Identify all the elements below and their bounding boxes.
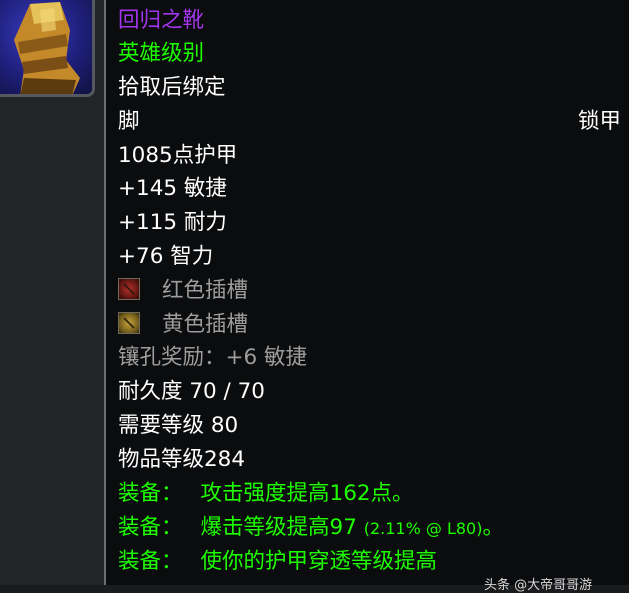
equip-extra: (2.11% @ L80) [363, 519, 483, 538]
item-name: 回归之靴 [118, 8, 205, 33]
equip-text: 攻击强度提高162点。 [200, 481, 414, 506]
watermark: 头条 @大帝哥哥游 [484, 578, 593, 593]
item-level: 物品等级284 [118, 447, 246, 472]
socket-yellow-label: 黄色插槽 [162, 312, 249, 337]
equip-text: 爆击等级提高97 [200, 515, 357, 540]
equip-prefix: 装备： [118, 515, 183, 540]
equip-prefix: 装备： [118, 549, 183, 574]
stat-intellect: +76 智力 [118, 244, 214, 269]
stat-stamina: +115 耐力 [118, 210, 227, 235]
equip-effect-ap: 装备： 攻击强度提高162点。 [118, 477, 621, 511]
stat-agility: +145 敏捷 [118, 176, 227, 201]
red-socket-icon [118, 278, 140, 300]
yellow-socket-icon [118, 312, 140, 334]
item-quality: 英雄级别 [118, 41, 205, 66]
required-level: 需要等级 80 [118, 413, 239, 438]
slot-row: 脚 锁甲 [118, 105, 621, 139]
boots-icon-art [14, 2, 80, 94]
slot-text: 脚 [118, 109, 140, 134]
socket-red-row: 红色插槽 [118, 274, 621, 308]
item-tooltip: 回归之靴 英雄级别 拾取后绑定 脚 锁甲 1085点护甲 +145 敏捷 +11… [104, 0, 629, 585]
durability: 耐久度 70 / 70 [118, 379, 265, 404]
socket-bonus: 镶孔奖励：+6 敏捷 [118, 345, 308, 370]
left-pane [0, 0, 104, 585]
boots-icon[interactable] [0, 0, 95, 97]
armor-value: 1085点护甲 [118, 143, 238, 168]
equip-effect-crit: 装备： 爆击等级提高97 (2.11% @ L80)。 [118, 511, 621, 545]
binding-text: 拾取后绑定 [118, 75, 226, 100]
equip-suffix: 。 [482, 515, 504, 540]
armor-type-text: 锁甲 [577, 109, 621, 134]
equip-prefix: 装备： [118, 481, 183, 506]
socket-red-label: 红色插槽 [162, 278, 249, 303]
equip-text: 使你的护甲穿透等级提高 [200, 549, 438, 574]
socket-yellow-row: 黄色插槽 [118, 308, 621, 342]
